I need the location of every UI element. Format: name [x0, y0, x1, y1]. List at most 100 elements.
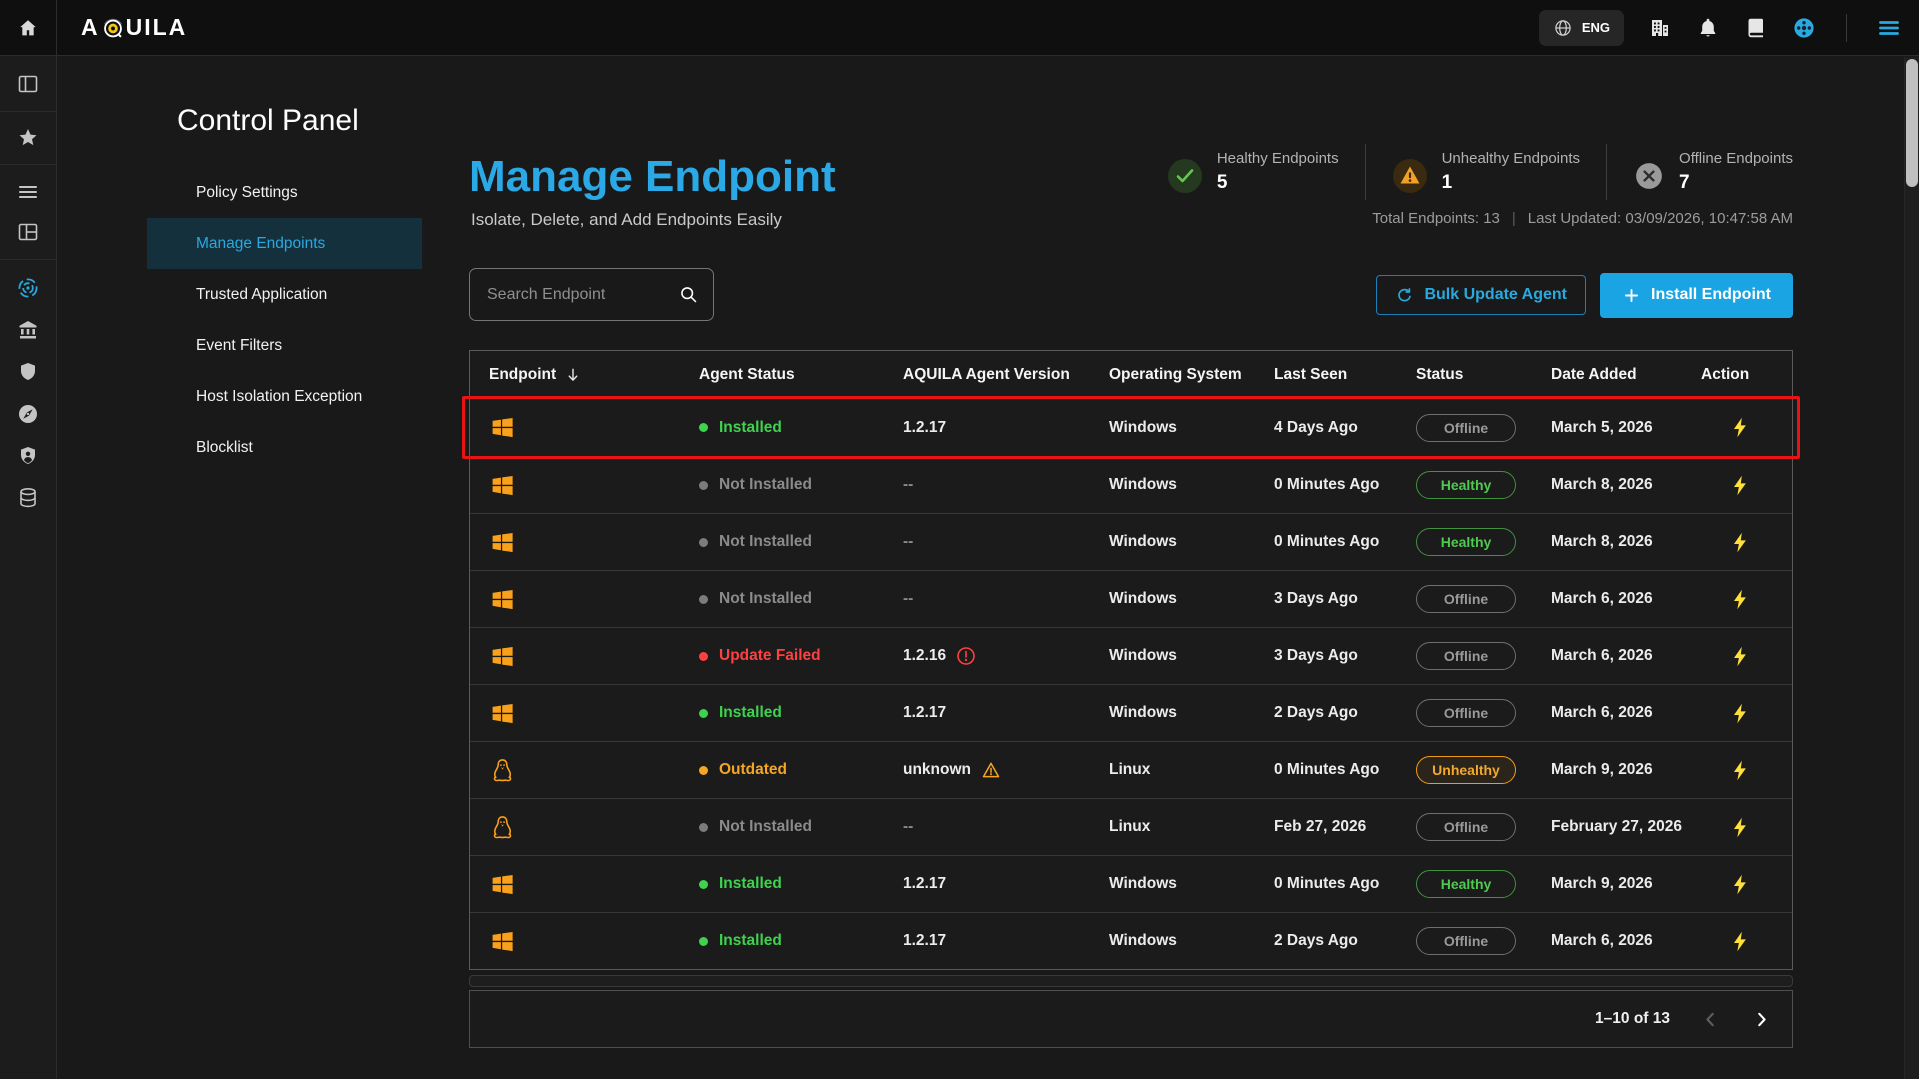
status-cell: Offline	[1416, 813, 1551, 841]
windows-logo-icon	[489, 472, 516, 499]
last-seen-cell: 0 Minutes Ago	[1274, 761, 1416, 779]
notifications-button[interactable]	[1696, 16, 1720, 40]
status-dot	[699, 538, 708, 547]
bulk-update-agent-button[interactable]: Bulk Update Agent	[1376, 275, 1586, 315]
language-selector[interactable]: ENG	[1539, 10, 1624, 46]
totals-separator: |	[1512, 210, 1516, 227]
column-header-date-added[interactable]: Date Added	[1551, 366, 1701, 384]
windows-logo-icon	[489, 586, 516, 613]
column-header-agent-status[interactable]: Agent Status	[699, 366, 903, 384]
windows-logo-icon	[489, 700, 516, 727]
action-cell	[1701, 873, 1792, 896]
sidebar-item-event-filters[interactable]: Event Filters	[147, 320, 422, 371]
last-seen-cell: 3 Days Ago	[1274, 590, 1416, 608]
column-header-agent-version[interactable]: AQUILA Agent Version	[903, 366, 1109, 384]
action-bolt-icon[interactable]	[1729, 645, 1752, 668]
operating-system-cell: Windows	[1109, 476, 1274, 494]
endpoint-cell	[470, 814, 699, 841]
panels-icon[interactable]	[16, 72, 40, 96]
table-row[interactable]: OutdatedunknownLinux0 Minutes AgoUnhealt…	[470, 741, 1792, 798]
operating-system-cell: Windows	[1109, 875, 1274, 893]
sidebar-item-blocklist[interactable]: Blocklist	[147, 422, 422, 473]
operating-system-cell: Linux	[1109, 818, 1274, 836]
endpoint-target-icon[interactable]	[16, 276, 40, 300]
bulk-update-label: Bulk Update Agent	[1424, 286, 1567, 304]
table-row[interactable]: Installed1.2.17Windows0 Minutes AgoHealt…	[470, 855, 1792, 912]
column-header-operating-system[interactable]: Operating System	[1109, 366, 1274, 384]
table-row[interactable]: Not Installed--LinuxFeb 27, 2026OfflineF…	[470, 798, 1792, 855]
status-cell: Unhealthy	[1416, 756, 1551, 784]
star-icon[interactable]	[16, 126, 40, 150]
endpoint-cell	[470, 414, 699, 441]
table-row[interactable]: Installed1.2.17Windows2 Days AgoOfflineM…	[470, 684, 1792, 741]
column-header-last-seen[interactable]: Last Seen	[1274, 366, 1416, 384]
pagination-range-label: 1–10 of 13	[1595, 1010, 1670, 1028]
table-row[interactable]: Installed1.2.17Windows2 Days AgoOfflineM…	[470, 912, 1792, 969]
column-header-endpoint[interactable]: Endpoint	[470, 366, 699, 384]
status-badge: Offline	[1416, 699, 1516, 727]
stat-value: 1	[1442, 172, 1580, 194]
column-header-status[interactable]: Status	[1416, 366, 1551, 384]
action-bolt-icon[interactable]	[1729, 531, 1752, 554]
language-label: ENG	[1582, 20, 1610, 35]
action-bolt-icon[interactable]	[1729, 702, 1752, 725]
bank-icon[interactable]	[16, 318, 40, 342]
install-endpoint-button[interactable]: Install Endpoint	[1600, 273, 1793, 318]
shield-icon[interactable]	[16, 360, 40, 384]
windows-logo-icon	[489, 928, 516, 955]
chevron-left-icon[interactable]	[1700, 1009, 1721, 1030]
table-row[interactable]: Update Failed1.2.16Windows3 Days AgoOffl…	[470, 627, 1792, 684]
docs-button[interactable]	[1744, 16, 1768, 40]
operating-system-cell: Windows	[1109, 704, 1274, 722]
chevron-right-icon[interactable]	[1751, 1009, 1772, 1030]
action-bolt-icon[interactable]	[1729, 588, 1752, 611]
action-bolt-icon[interactable]	[1729, 816, 1752, 839]
list-menu-icon[interactable]	[16, 180, 40, 204]
sidebar-item-manage-endpoints[interactable]: Manage Endpoints	[147, 218, 422, 269]
control-panel-title: Control Panel	[177, 104, 359, 138]
table-row[interactable]: Not Installed--Windows0 Minutes AgoHealt…	[470, 513, 1792, 570]
page-title: Manage Endpoint	[469, 152, 836, 202]
status-cell: Offline	[1416, 585, 1551, 613]
operating-system-cell: Windows	[1109, 533, 1274, 551]
sort-down-icon[interactable]	[564, 366, 582, 384]
compass-icon[interactable]	[16, 402, 40, 426]
main-content: Manage Endpoint Isolate, Delete, and Add…	[469, 56, 1793, 1079]
sidebar-item-trusted-application[interactable]: Trusted Application	[147, 269, 422, 320]
sidebar-item-host-isolation-exception[interactable]: Host Isolation Exception	[147, 371, 422, 422]
table-row[interactable]: Not Installed--Windows3 Days AgoOfflineM…	[470, 570, 1792, 627]
action-bolt-icon[interactable]	[1729, 930, 1752, 953]
endpoint-table-section: Endpoint Agent Status AQUILA Agent Versi…	[469, 350, 1793, 1048]
topbar-menu-button[interactable]	[1877, 16, 1901, 40]
action-bolt-icon[interactable]	[1729, 474, 1752, 497]
date-added-cell: March 9, 2026	[1551, 875, 1701, 893]
last-updated-label: Last Updated: 03/09/2026, 10:47:58 AM	[1528, 210, 1793, 227]
action-bolt-icon[interactable]	[1729, 873, 1752, 896]
home-icon	[17, 17, 39, 39]
sidebar-item-policy-settings[interactable]: Policy Settings	[147, 167, 422, 218]
table-row[interactable]: Not Installed--Windows0 Minutes AgoHealt…	[470, 456, 1792, 513]
vertical-scrollbar[interactable]	[1904, 57, 1919, 1079]
status-badge: Offline	[1416, 642, 1516, 670]
icon-rail	[0, 56, 57, 1079]
organization-button[interactable]	[1648, 16, 1672, 40]
search-icon[interactable]	[678, 284, 699, 305]
vertical-scrollbar-thumb[interactable]	[1906, 59, 1918, 187]
layout-icon[interactable]	[16, 220, 40, 244]
status-cell: Healthy	[1416, 528, 1551, 556]
stat-unhealthy: Unhealthy Endpoints 1	[1366, 150, 1606, 194]
topbar-divider	[1846, 14, 1847, 42]
action-cell	[1701, 645, 1792, 668]
agent-status-cell: Not Installed	[699, 533, 903, 551]
table-row[interactable]: Installed1.2.17Windows4 Days AgoOfflineM…	[470, 399, 1792, 456]
support-wheel-icon[interactable]	[1792, 16, 1816, 40]
horizontal-scrollbar[interactable]	[469, 975, 1793, 987]
status-dot	[699, 709, 708, 718]
action-bolt-icon[interactable]	[1729, 759, 1752, 782]
action-bolt-icon[interactable]	[1729, 416, 1752, 439]
agent-status-cell: Installed	[699, 419, 903, 437]
action-cell	[1701, 474, 1792, 497]
shield-user-icon[interactable]	[16, 444, 40, 468]
database-icon[interactable]	[16, 486, 40, 510]
home-button[interactable]	[0, 0, 57, 56]
